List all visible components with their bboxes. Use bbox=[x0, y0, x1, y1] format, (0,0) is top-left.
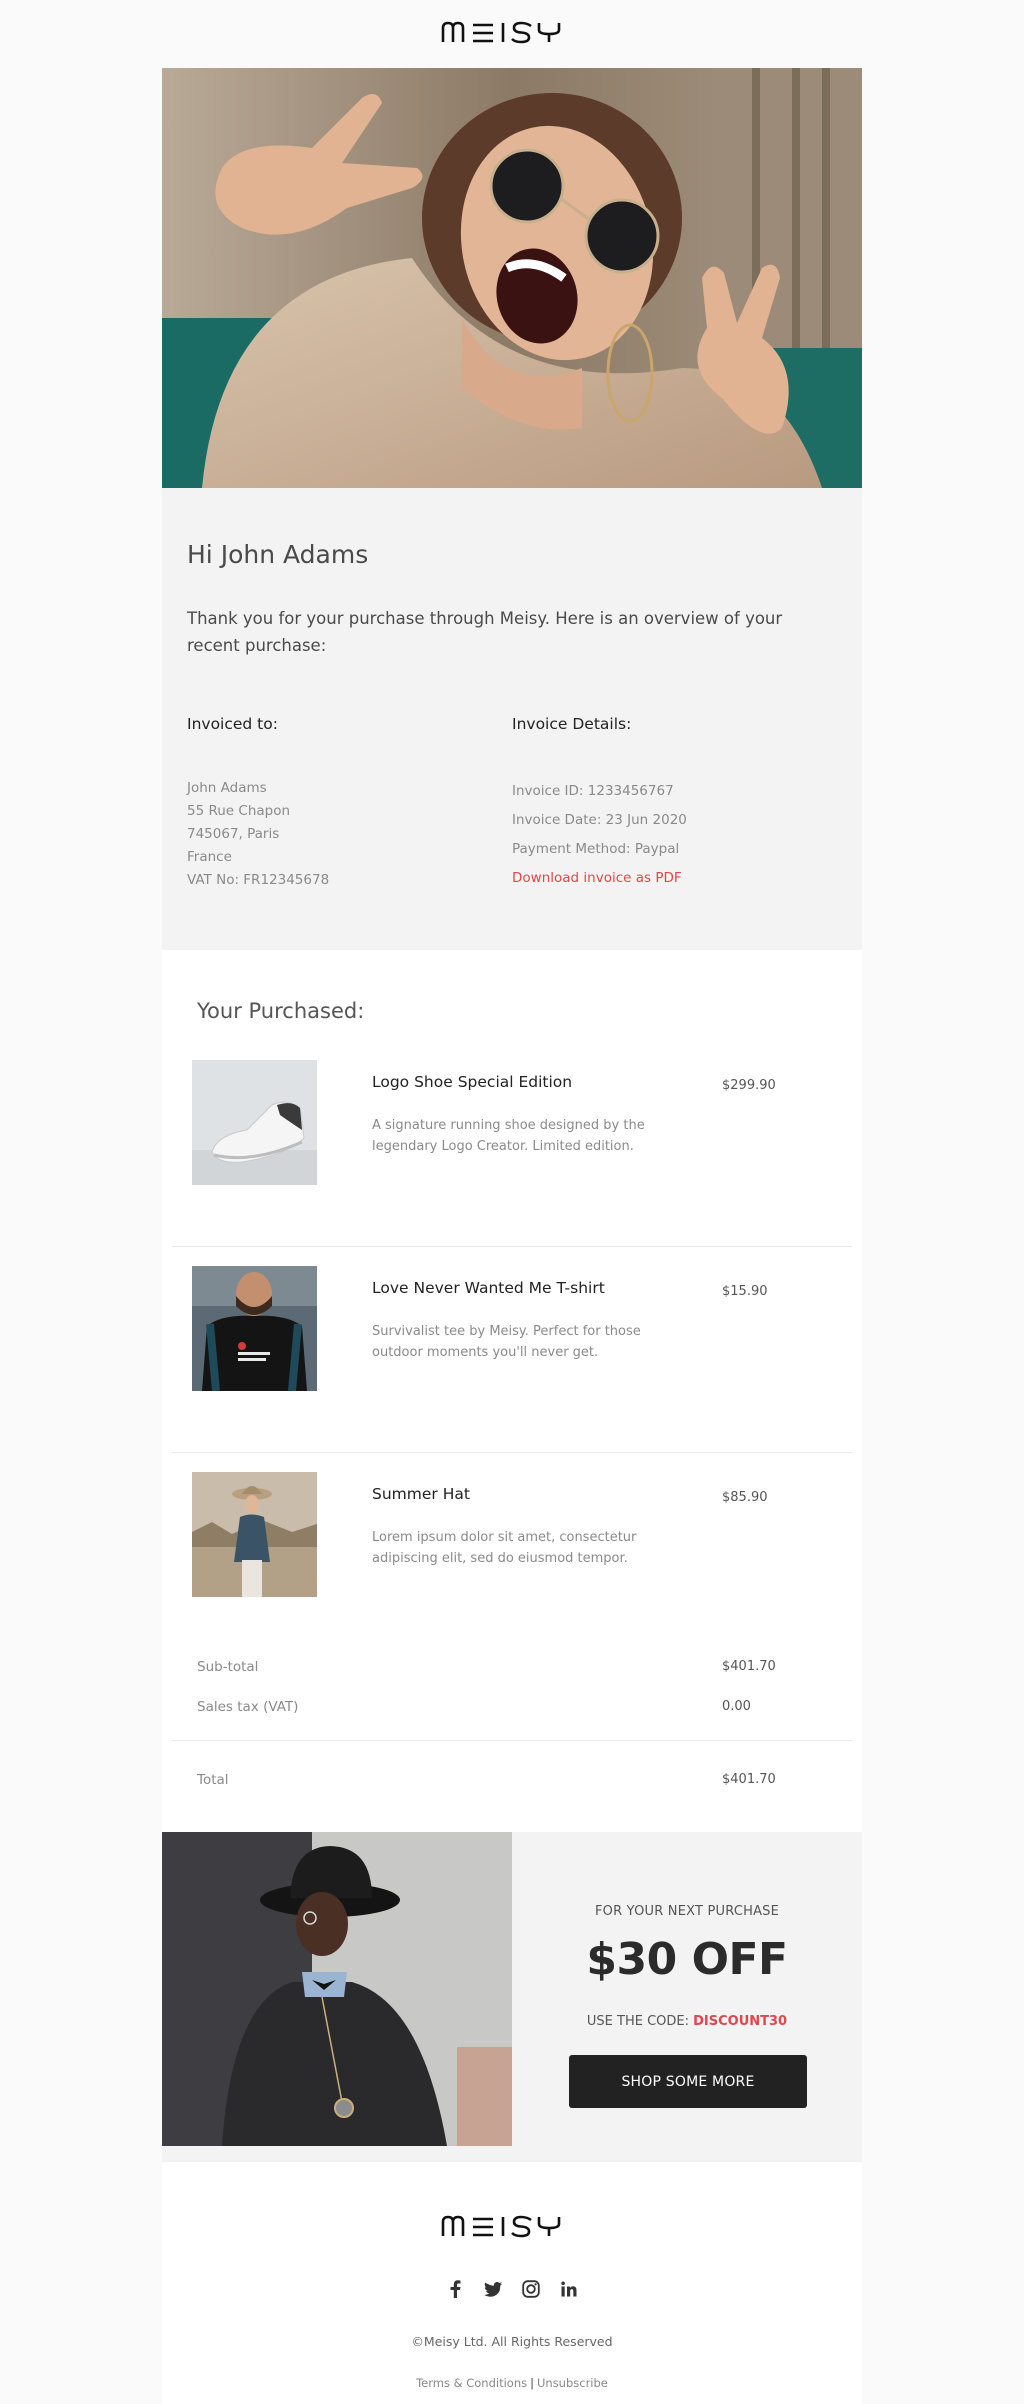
instagram-icon[interactable] bbox=[522, 2280, 540, 2298]
promo-banner: FOR YOUR NEXT PURCHASE $30 OFF USE THE C… bbox=[162, 1832, 862, 2162]
greeting-intro: Thank you for your purchase through Meis… bbox=[187, 609, 783, 655]
address-line: 55 Rue Chapon bbox=[187, 803, 291, 819]
product-image-tshirt[interactable] bbox=[192, 1266, 317, 1391]
subtotal-label: Sub-total bbox=[197, 1659, 259, 1675]
facebook-icon[interactable] bbox=[446, 2280, 464, 2298]
invoice-columns: Invoiced to: John Adams 55 Rue Chapon 74… bbox=[187, 715, 837, 893]
unsubscribe-link[interactable]: Unsubscribe bbox=[537, 2376, 608, 2390]
product-description: Lorem ipsum dolor sit amet, consectetur … bbox=[372, 1530, 637, 1566]
purchase-item: Summer Hat Lorem ipsum dolor sit amet, c… bbox=[162, 1442, 862, 1648]
promo-kicker: FOR YOUR NEXT PURCHASE bbox=[594, 1904, 780, 1919]
product-price: $15.90 bbox=[722, 1284, 768, 1299]
product-description: A signature running shoe designed by the… bbox=[372, 1118, 645, 1154]
invoice-details: Invoice Details: Invoice ID: 1233456767 … bbox=[512, 715, 837, 893]
legal-separator: | bbox=[530, 2376, 534, 2390]
product-price: $85.90 bbox=[722, 1490, 768, 1505]
product-price: $299.90 bbox=[722, 1078, 776, 1093]
tax-label: Sales tax (VAT) bbox=[197, 1699, 299, 1715]
tax-value: 0.00 bbox=[722, 1699, 751, 1714]
twitter-icon[interactable] bbox=[484, 2280, 502, 2298]
linkedin-icon[interactable] bbox=[560, 2280, 578, 2298]
copyright: ©Meisy Ltd. All Rights Reserved bbox=[411, 2334, 613, 2349]
product-image-hat[interactable] bbox=[192, 1472, 317, 1597]
tax-row: Sales tax (VAT) 0.00 bbox=[197, 1699, 827, 1715]
product-image-shoe[interactable] bbox=[192, 1060, 317, 1185]
promo-copy: FOR YOUR NEXT PURCHASE $30 OFF USE THE C… bbox=[512, 1832, 862, 2146]
purchase-item: Logo Shoe Special Edition A signature ru… bbox=[162, 1030, 862, 1236]
address-line: France bbox=[187, 849, 232, 865]
invoice-date: Invoice Date: 23 Jun 2020 bbox=[512, 812, 687, 828]
footer-logo[interactable] bbox=[162, 2214, 862, 2238]
total-row: Total $401.70 bbox=[197, 1772, 827, 1788]
payment-method: Payment Method: Paypal bbox=[512, 841, 680, 857]
email-footer: ©Meisy Ltd. All Rights Reserved Terms & … bbox=[162, 2162, 862, 2404]
product-description: Survivalist tee by Meisy. Perfect for th… bbox=[372, 1324, 641, 1360]
invoice-id: Invoice ID: 1233456767 bbox=[512, 783, 674, 799]
social-links bbox=[162, 2280, 862, 2298]
promo-code[interactable]: DISCOUNT30 bbox=[693, 2014, 787, 2029]
brand-logo[interactable] bbox=[0, 20, 1024, 44]
totals-divider bbox=[172, 1740, 852, 1741]
invoiced-to: Invoiced to: John Adams 55 Rue Chapon 74… bbox=[187, 715, 512, 893]
email-header bbox=[0, 0, 1024, 68]
purchases-title: Your Purchased: bbox=[197, 999, 365, 1023]
terms-link[interactable]: Terms & Conditions bbox=[416, 2376, 527, 2390]
invoice-details-heading: Invoice Details: bbox=[512, 715, 632, 733]
invoice-panel: Hi John Adams Thank you for your purchas… bbox=[162, 488, 862, 950]
promo-code-prefix: USE THE CODE: bbox=[586, 2014, 694, 2029]
subtotal-row: Sub-total $401.70 bbox=[197, 1659, 827, 1675]
promo-amount: $30 OFF bbox=[586, 1934, 788, 1985]
subtotal-value: $401.70 bbox=[722, 1659, 776, 1674]
product-name[interactable]: Logo Shoe Special Edition bbox=[372, 1073, 572, 1091]
greeting-title: Hi John Adams bbox=[187, 540, 369, 569]
purchases-section: Your Purchased: Logo Shoe Special Editio… bbox=[162, 950, 862, 1832]
legal-links: Terms & Conditions | Unsubscribe bbox=[162, 2376, 862, 2390]
promo-code-line: USE THE CODE: DISCOUNT30 bbox=[512, 2014, 862, 2029]
purchase-item: Love Never Wanted Me T-shirt Survivalist… bbox=[162, 1236, 862, 1442]
invoiced-to-heading: Invoiced to: bbox=[187, 715, 278, 733]
promo-image bbox=[162, 1832, 512, 2146]
download-pdf-link[interactable]: Download invoice as PDF bbox=[512, 864, 837, 893]
invoiced-to-address: John Adams 55 Rue Chapon 745067, Paris F… bbox=[187, 777, 512, 892]
shop-more-button[interactable]: SHOP SOME MORE bbox=[569, 2055, 807, 2108]
invoice-details-list: Invoice ID: 1233456767 Invoice Date: 23 … bbox=[512, 777, 837, 893]
address-line: 745067, Paris bbox=[187, 826, 280, 842]
total-label: Total bbox=[197, 1772, 229, 1788]
product-name[interactable]: Love Never Wanted Me T-shirt bbox=[372, 1279, 605, 1297]
vat-number: VAT No: FR12345678 bbox=[187, 872, 330, 888]
address-line: John Adams bbox=[187, 780, 267, 796]
hero-image bbox=[162, 68, 862, 488]
total-value: $401.70 bbox=[722, 1772, 776, 1787]
product-name[interactable]: Summer Hat bbox=[372, 1485, 470, 1503]
